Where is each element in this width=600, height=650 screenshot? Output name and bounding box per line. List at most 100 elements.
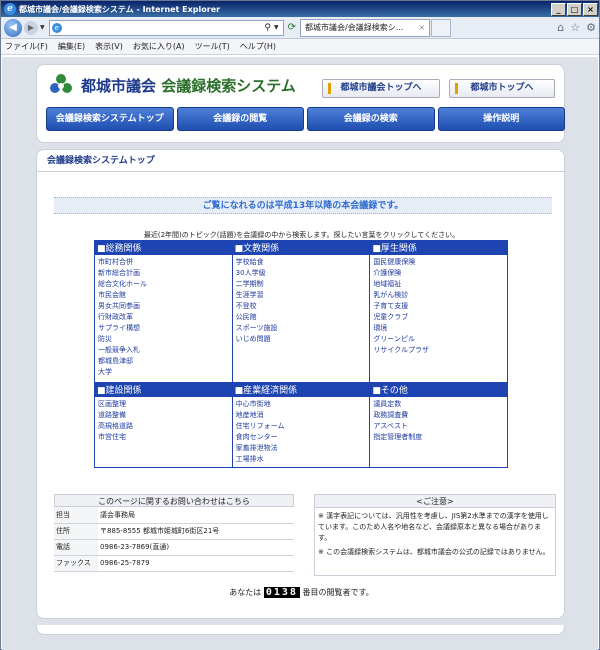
contact-value: 議会事務局	[98, 507, 294, 524]
topic-link[interactable]: 学校給食	[236, 257, 370, 268]
topic-link[interactable]: 住宅リフォーム	[236, 421, 370, 432]
topic-table: ■総務関係 ■文教関係 ■厚生関係 市町村合併 新市総合計画 総合文化ホール 市…	[94, 240, 508, 468]
nav-help[interactable]: 操作説明	[437, 107, 565, 131]
close-button[interactable]: ×	[583, 2, 598, 16]
counter-digits: 0138	[263, 587, 300, 598]
topic-link[interactable]: 指定管理者制度	[373, 432, 507, 443]
minimize-button[interactable]: _	[551, 2, 566, 16]
history-dropdown-icon[interactable]: ▼	[40, 24, 45, 31]
nav-search[interactable]: 会議録の検索	[307, 107, 435, 131]
topic-link[interactable]: 市町村合併	[98, 257, 232, 268]
topic-link[interactable]: 地域福祉	[373, 279, 507, 290]
caution-note-official: ※ この会議録検索システムは、都城市議会の公式の記録ではありません。	[318, 548, 550, 556]
contact-key: 電話	[54, 539, 98, 556]
topic-link[interactable]: 30人学級	[236, 268, 370, 279]
topic-link[interactable]: 市民会館	[98, 290, 232, 301]
topic-link[interactable]: 男女共同参画	[98, 301, 232, 312]
topic-list-industry: 中心市街地 地産地消 住宅リフォーム 食肉センター 家畜排泄物法 工場排水	[231, 396, 371, 468]
topic-link[interactable]: 不登校	[236, 301, 370, 312]
topic-link[interactable]: 環境	[373, 323, 507, 334]
nav-search-top[interactable]: 会議録検索システムトップ	[46, 107, 174, 131]
home-icon[interactable]: ⌂	[557, 21, 564, 34]
contact-key: 住所	[54, 523, 98, 540]
new-tab-button[interactable]	[431, 18, 452, 37]
contact-key: 担当	[54, 507, 98, 524]
favorites-star-icon[interactable]: ☆	[570, 21, 580, 34]
topic-link[interactable]: 生涯学習	[236, 290, 370, 301]
category-header-welfare: ■厚生関係	[369, 240, 508, 255]
topic-link[interactable]: 一般競争入札	[98, 345, 232, 356]
topic-list-education: 学校給食 30人学級 二学期制 生涯学習 不登校 公民館 スポーツ施設 いじめ問…	[231, 254, 371, 383]
topic-link[interactable]: サプライ構想	[98, 323, 232, 334]
notice-banner: ご覧になれるのは平成13年以降の本会議録です。	[54, 197, 552, 214]
browser-tab[interactable]: 都城市議会/会議録検索シ... ×	[300, 18, 431, 37]
topic-link[interactable]: 防災	[98, 334, 232, 345]
topic-link[interactable]: 大学	[98, 367, 232, 378]
topic-link[interactable]: 二学期制	[236, 279, 370, 290]
topic-link[interactable]: 乳がん検診	[373, 290, 507, 301]
contact-table: このページに関するお問い合わせはこちら 担当 議会事務局 住所 〒885-855…	[54, 494, 294, 572]
menu-tools[interactable]: ツール(T)	[195, 41, 230, 52]
topic-link[interactable]: グリーンピル	[373, 334, 507, 345]
url-dropdown-icon[interactable]: ▼	[274, 24, 279, 31]
site-title-sub: 会議録検索システム	[161, 77, 296, 95]
topic-link[interactable]: アスベスト	[373, 421, 507, 432]
url-field[interactable]: e ⚲ ▼	[48, 19, 284, 36]
visitor-counter: あなたは 0138 番目の閲覧者です。	[37, 587, 566, 598]
menu-view[interactable]: 表示(V)	[95, 41, 123, 52]
search-icon[interactable]: ⚲	[264, 23, 271, 33]
category-header-construction: ■建設関係	[94, 382, 233, 397]
topic-link[interactable]: 子育て支援	[373, 301, 507, 312]
topic-link[interactable]: 行財政改革	[98, 312, 232, 323]
contact-key: ファックス	[54, 555, 98, 572]
main-content: 会議録検索システムトップ ご覧になれるのは平成13年以降の本会議録です。 最近(…	[36, 149, 565, 619]
settings-gear-icon[interactable]: ⚙	[586, 21, 596, 34]
topic-link[interactable]: 都城島津邸	[98, 356, 232, 367]
topic-link[interactable]: 地産地消	[236, 410, 370, 421]
tab-close-icon[interactable]: ×	[418, 23, 425, 32]
menu-help[interactable]: ヘルプ(H)	[240, 41, 276, 52]
section-title: 会議録検索システムトップ	[37, 150, 564, 172]
counter-suffix: 番目の閲覧者です。	[302, 588, 374, 597]
site-header: 都城市議会 会議録検索システム 都城市議会トップへ 都城市トップへ 会議録検索シ…	[36, 64, 565, 143]
menu-file[interactable]: ファイル(F)	[5, 41, 48, 52]
city-top-link[interactable]: 都城市トップへ	[449, 79, 555, 98]
topic-link[interactable]: 高規格道路	[98, 421, 232, 432]
topic-link[interactable]: 議員定数	[373, 399, 507, 410]
back-arrow-icon[interactable]: ◀	[4, 18, 22, 37]
topic-link[interactable]: 工場排水	[236, 454, 370, 465]
topic-link[interactable]: 区画整理	[98, 399, 232, 410]
topic-list-other: 議員定数 政務調査費 アスベスト 指定管理者制度	[369, 396, 508, 468]
topic-list-welfare: 国民健康保険 介護保険 地域福祉 乳がん検診 子育て支援 児童クラブ 環境 グリ…	[369, 254, 508, 383]
topic-link[interactable]: 中心市街地	[236, 399, 370, 410]
nav-browse[interactable]: 会議録の閲覧	[176, 107, 304, 131]
topic-link[interactable]: 食肉センター	[236, 432, 370, 443]
topic-link[interactable]: 家畜排泄物法	[236, 443, 370, 454]
topic-link[interactable]: 国民健康保険	[373, 257, 507, 268]
topic-link[interactable]: スポーツ施設	[236, 323, 370, 334]
topic-link[interactable]: 道路整備	[98, 410, 232, 421]
window-title: 都城市議会/会議録検索システム - Internet Explorer	[19, 4, 221, 14]
topic-link[interactable]: 総合文化ホール	[98, 279, 232, 290]
topic-link[interactable]: 児童クラブ	[373, 312, 507, 323]
topic-link[interactable]: リサイクルプラザ	[373, 345, 507, 356]
council-top-link[interactable]: 都城市議会トップへ	[322, 79, 440, 98]
topic-link[interactable]: 介護保険	[373, 268, 507, 279]
title-bar: e 都城市議会/会議録検索システム - Internet Explorer _ …	[1, 1, 599, 17]
menu-edit[interactable]: 編集(E)	[58, 41, 85, 52]
topic-instruction: 最近(2年間)のトピック(話題)を会議録の中から検索します。探したい言葉をクリッ…	[143, 231, 460, 239]
topic-link[interactable]: 公民館	[236, 312, 370, 323]
topic-list-general: 市町村合併 新市総合計画 総合文化ホール 市民会館 男女共同参画 行財政改革 サ…	[94, 254, 233, 383]
topic-link[interactable]: いじめ問題	[236, 334, 370, 345]
contact-value: 0986-23-7869(直通)	[98, 539, 294, 556]
category-header-education: ■文教関係	[231, 240, 371, 255]
topic-link[interactable]: 市営住宅	[98, 432, 232, 443]
contact-caption: このページに関するお問い合わせはこちら	[54, 494, 294, 507]
topic-link[interactable]: 政務調査費	[373, 410, 507, 421]
topic-link[interactable]: 新市総合計画	[98, 268, 232, 279]
city-emblem-icon	[50, 74, 72, 93]
maximize-button[interactable]: □	[567, 2, 582, 16]
refresh-icon[interactable]: ⟳	[288, 22, 296, 33]
forward-arrow-icon[interactable]: ▶	[24, 20, 38, 35]
menu-favorites[interactable]: お気に入り(A)	[133, 41, 185, 52]
